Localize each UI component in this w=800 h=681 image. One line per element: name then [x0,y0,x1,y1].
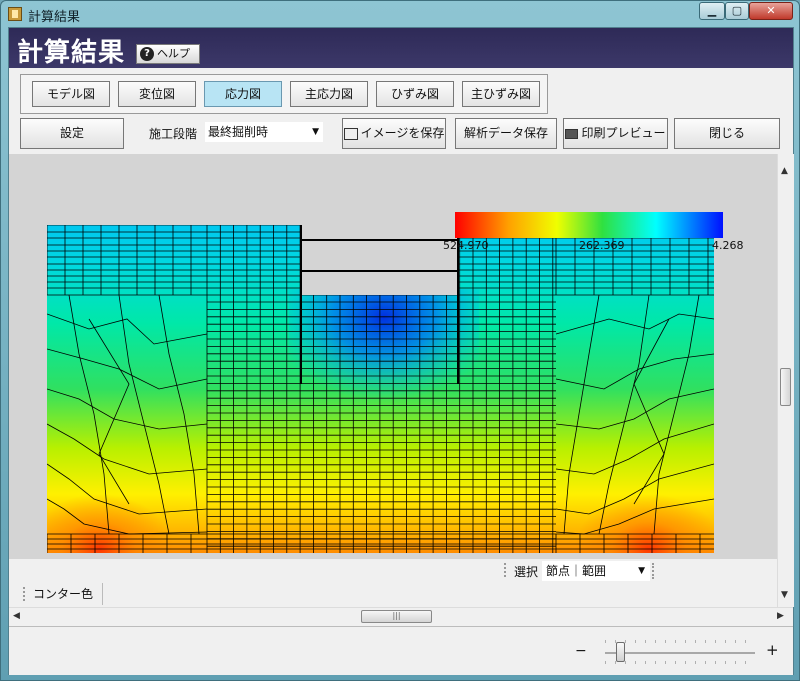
scroll-right-icon[interactable]: ▶ [777,611,784,621]
settings-button[interactable]: 設定 [20,118,124,149]
zoom-out-button[interactable]: − [575,643,587,659]
horizontal-scrollbar[interactable]: ◀ ||| ▶ [9,607,793,625]
tab-strain[interactable]: ひずみ図 [376,81,454,107]
maximize-button[interactable]: ▢ [725,2,749,20]
app-icon [8,7,22,21]
dropdown-arrow-icon: ▼ [638,566,645,576]
legend-mid: 262.369 [579,239,625,252]
scroll-up-icon[interactable]: ▲ [781,166,788,176]
image-icon [343,127,358,140]
stage-select-value: 最終掘削時 [208,125,269,139]
zoom-slider[interactable] [605,652,755,654]
client-area: 計算結果 ? ヘルプ モデル図 変位図 応力図 主応力図 ひずみ図 主ひずみ図 … [8,27,794,675]
scroll-left-icon[interactable]: ◀ [13,611,20,621]
selection-select[interactable]: 節点｜範囲 ▼ [542,561,650,581]
vertical-scroll-thumb[interactable] [780,368,791,406]
horizontal-scroll-thumb[interactable]: ||| [361,610,432,623]
stage-select[interactable]: 最終掘削時 ▼ [205,122,323,142]
save-image-button[interactable]: イメージを保存 [342,118,446,149]
close-button[interactable]: 閉じる [674,118,780,149]
tab-principal-strain[interactable]: 主ひずみ図 [462,81,540,107]
window-title: 計算結果 [28,10,81,25]
minimize-button[interactable]: ▁ [699,2,725,20]
header-banner: 計算結果 ? ヘルプ [9,28,793,68]
dropdown-arrow-icon: ▼ [312,127,319,137]
contour-viewport[interactable]: 524.970 262.369 4.268 [9,154,777,559]
close-window-button[interactable]: ✕ [749,2,793,20]
title-bar[interactable]: 計算結果 ▁ ▢ ✕ [1,1,799,27]
contour-color-tab[interactable]: コンター色 [9,583,104,605]
help-button[interactable]: ? ヘルプ [136,44,200,64]
zoom-slider-thumb[interactable] [616,642,625,662]
tab-model[interactable]: モデル図 [32,81,110,107]
save-image-label: イメージを保存 [360,126,445,140]
selection-label: 選択 [514,565,539,579]
sub-toolbar [9,559,777,607]
save-analysis-data-button[interactable]: 解析データ保存 [455,118,557,149]
main-window: 計算結果 ▁ ▢ ✕ 計算結果 ? ヘルプ モデル図 変位図 応力図 主応力図 … [0,0,800,681]
page-title: 計算結果 [17,38,126,68]
stage-label: 施工段階 [149,127,198,141]
legend-min: 4.268 [712,239,744,252]
toolbar-grip-icon [504,563,508,577]
tab-displacement[interactable]: 変位図 [118,81,196,107]
toolbar-grip-icon [652,563,656,579]
view-tabs: モデル図 変位図 応力図 主応力図 ひずみ図 主ひずみ図 [20,74,548,114]
zoom-in-button[interactable]: + [766,641,779,659]
print-preview-label: 印刷プレビュー [581,126,666,140]
selection-value: 節点｜範囲 [546,564,607,578]
tab-principal-stress[interactable]: 主応力図 [290,81,368,107]
status-bar: − + [9,626,793,675]
legend-max: 524.970 [443,239,489,252]
stress-contour-plot: 524.970 262.369 4.268 [47,212,744,553]
legend-bar [455,212,723,238]
help-icon: ? [140,47,154,61]
printer-icon [565,128,579,139]
scroll-down-icon[interactable]: ▼ [781,590,788,600]
vertical-scrollbar[interactable]: ▲ ▼ [777,154,794,607]
print-preview-button[interactable]: 印刷プレビュー [563,118,668,149]
help-button-label: ヘルプ [157,47,190,60]
tab-stress[interactable]: 応力図 [204,81,282,107]
